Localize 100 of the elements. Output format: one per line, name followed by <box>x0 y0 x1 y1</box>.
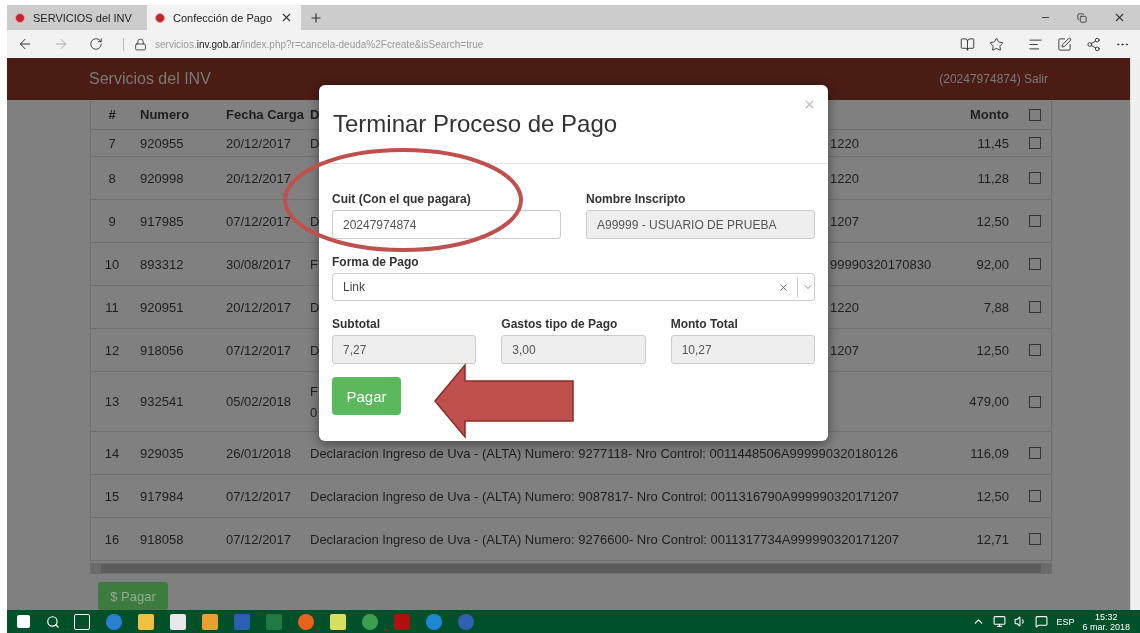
payment-select[interactable]: Link <box>332 273 815 301</box>
readonly-field[interactable]: 7,27 <box>332 335 477 364</box>
url-text[interactable]: servicios.inv.gob.ar/index.php?r=cancela-deuda%2Fcreate&isSearch=true <box>155 38 484 50</box>
globe-icon[interactable] <box>298 613 314 630</box>
circle-icon[interactable] <box>362 613 378 630</box>
column-header: Numero <box>139 107 191 122</box>
table-cell: 1220 <box>830 299 859 315</box>
notification-icon[interactable] <box>1035 615 1049 628</box>
table-cell-text: 14 <box>103 445 121 461</box>
table-cell-text: 26/01/2018 <box>225 445 293 461</box>
browser-icon[interactable] <box>106 613 122 630</box>
table-cell-text: 918058 <box>139 531 185 547</box>
search-icon[interactable] <box>46 614 60 629</box>
table-cell-text: 05/02/2018 <box>225 394 293 409</box>
column-header: # <box>107 107 117 122</box>
table-cell: 0 <box>310 404 318 420</box>
share-icon[interactable] <box>1086 36 1101 52</box>
table-cell-text: 20/12/2017 <box>225 135 293 151</box>
table-cell-text: 920998 <box>139 170 185 186</box>
spreadsheet-icon[interactable] <box>266 613 282 630</box>
table-cell-text: 932541 <box>139 394 185 409</box>
table-cell-text: 920955 <box>139 135 185 151</box>
table-cell-text: 12,71 <box>975 531 1010 547</box>
table-cell: 1207 <box>830 213 859 229</box>
field-label: Gastos tipo de Pago <box>501 317 619 331</box>
readonly-field[interactable]: 10,27 <box>670 335 815 364</box>
table-cell-text: 917985 <box>139 213 185 229</box>
table-cell-text: 12,50 <box>975 342 1010 358</box>
table-cell: D <box>310 299 320 315</box>
table-cell-text: 11,28 <box>976 170 1010 186</box>
row-checkbox[interactable] <box>1028 137 1041 149</box>
table-cell-text: 13 <box>103 394 121 409</box>
row-checkbox[interactable] <box>1028 447 1041 459</box>
windows-logo-icon[interactable] <box>17 615 30 628</box>
table-cell-text: 12 <box>103 342 121 358</box>
table-cell: D <box>310 342 320 358</box>
field-label: Cuit (Con el que pagara) <box>332 192 472 206</box>
table-cell-text: 929035 <box>139 445 185 461</box>
table-cell-text: 16 <box>103 531 121 547</box>
calculator-icon[interactable] <box>170 613 186 630</box>
table-cell: F <box>310 256 318 272</box>
browser-tab[interactable]: Confección de Pago <box>147 5 302 30</box>
clear-icon[interactable] <box>778 281 789 293</box>
cuit-input[interactable]: 20247974874 <box>332 210 561 239</box>
close-icon[interactable] <box>1113 11 1126 24</box>
pen-icon[interactable] <box>1057 36 1072 52</box>
row-checkbox[interactable] <box>1028 258 1041 270</box>
field-label: Forma de Pago <box>332 255 420 269</box>
network-icon[interactable] <box>993 615 1007 628</box>
dialog-title: Terminar Proceso de Pago <box>333 110 618 138</box>
table-cell-text: 8 <box>107 170 117 186</box>
clock[interactable]: 15:32 6 mar. 2018 <box>1082 611 1130 632</box>
select-all-checkbox[interactable] <box>1028 108 1041 121</box>
table-cell-text: 07/12/2017 <box>225 488 293 504</box>
readonly-field[interactable]: 3,00 <box>501 335 646 364</box>
folder-icon[interactable] <box>138 613 154 630</box>
logo-icon <box>155 12 165 23</box>
back-icon[interactable] <box>17 36 33 52</box>
table-cell: Declaracion Ingreso de Uva - (ALTA) Numero: 9277118- Nro Control: 0011448506A999990320180126 <box>310 445 898 461</box>
row-checkbox[interactable] <box>1028 533 1041 545</box>
row-checkbox[interactable] <box>1028 215 1041 227</box>
readonly-field[interactable]: A99999 - USUARIO DE PRUEBA <box>586 210 815 239</box>
table-cell-text: 11 <box>104 299 120 315</box>
table-cell-text: 12,50 <box>975 213 1010 229</box>
row-checkbox[interactable] <box>1028 395 1041 408</box>
table-cell-text: 10 <box>103 256 121 272</box>
column-header: Fecha Carga <box>225 107 303 122</box>
table-cell-text: 30/08/2017 <box>225 256 293 272</box>
table-cell: Declaracion Ingreso de Uva - (ALTA) Numero: 9087817- Nro Control: 0011316790A999990320171207 <box>310 488 899 504</box>
row-checkbox[interactable] <box>1028 301 1041 313</box>
table-cell-text: 07/12/2017 <box>225 213 293 229</box>
logo-icon <box>15 12 25 23</box>
scrollbar[interactable] <box>1130 58 1140 610</box>
notes-icon[interactable] <box>330 613 346 630</box>
table-cell: D <box>310 213 320 229</box>
star-icon[interactable] <box>989 36 1004 52</box>
refresh-icon[interactable] <box>89 37 103 51</box>
column-header: Monto <box>969 107 1010 122</box>
scrollbar[interactable] <box>91 563 1051 574</box>
table-cell-text: 7,88 <box>982 299 1010 315</box>
restore-icon[interactable] <box>1077 12 1087 23</box>
field-label: Monto Total <box>670 317 739 331</box>
row-checkbox[interactable] <box>1028 172 1041 184</box>
table-cell-text: 20/12/2017 <box>225 170 293 186</box>
mail-icon[interactable] <box>202 613 218 630</box>
table-cell-text: 9 <box>107 213 117 229</box>
table-cell-text: 07/12/2017 <box>225 531 293 547</box>
language-indicator[interactable]: ESP <box>1056 616 1075 627</box>
table-cell-text: 917984 <box>139 488 185 504</box>
table-cell: 1220 <box>830 135 859 151</box>
table-cell-text: 11,45 <box>976 135 1010 151</box>
row-checkbox[interactable] <box>1028 344 1041 356</box>
field-label: Nombre Inscripto <box>586 192 687 206</box>
column-header: D <box>309 107 321 122</box>
table-cell-text: 918056 <box>139 342 185 358</box>
task-view-icon[interactable] <box>74 613 90 630</box>
book-icon[interactable] <box>960 36 975 52</box>
browser-icon[interactable] <box>426 613 442 630</box>
row-checkbox[interactable] <box>1028 490 1041 502</box>
lines-icon[interactable] <box>1028 36 1043 52</box>
